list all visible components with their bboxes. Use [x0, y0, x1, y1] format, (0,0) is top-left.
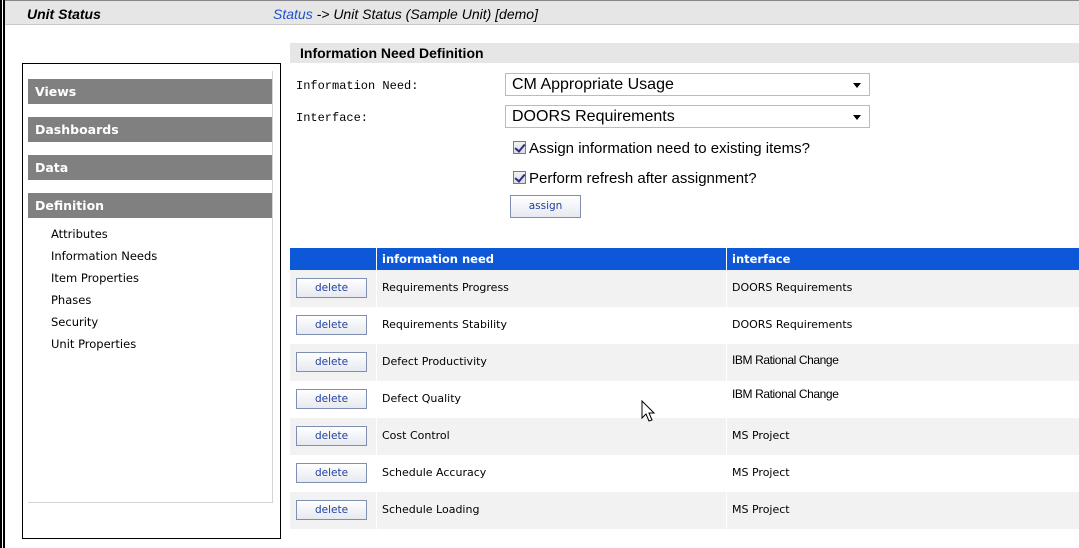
- table-row: delete Requirements Stability DOORS Requ…: [290, 307, 1079, 344]
- delete-button[interactable]: delete: [296, 463, 367, 483]
- title-bar: Unit Status Status -> Unit Status (Sampl…: [5, 1, 1079, 25]
- delete-button[interactable]: delete: [296, 389, 367, 409]
- sidebar-item-information-needs[interactable]: Information Needs: [51, 249, 157, 263]
- assign-existing-checkbox[interactable]: [513, 141, 526, 154]
- unit-title: Unit Status: [27, 6, 101, 22]
- cell-divider: [376, 307, 377, 344]
- sidebar-item-item-properties[interactable]: Item Properties: [51, 271, 139, 285]
- information-need-cell: Requirements Stability: [382, 318, 507, 331]
- information-need-cell: Defect Quality: [382, 392, 462, 405]
- section-header: Information Need Definition: [290, 43, 1079, 63]
- assign-existing-option: Assign information need to existing item…: [513, 140, 810, 157]
- sidebar-item-unit-properties[interactable]: Unit Properties: [51, 337, 136, 351]
- interface-cell: IBM Rational Change: [732, 353, 839, 367]
- delete-button[interactable]: delete: [296, 352, 367, 372]
- cell-divider: [726, 381, 727, 418]
- sidebar-section-data[interactable]: Data: [28, 155, 272, 180]
- interface-cell: MS Project: [732, 466, 790, 479]
- cell-divider: [376, 455, 377, 492]
- interface-label: Interface:: [296, 111, 369, 125]
- sidebar-item-security[interactable]: Security: [51, 315, 98, 329]
- page-title: Information Need Definition: [300, 45, 484, 61]
- cell-divider: [376, 418, 377, 455]
- assign-button[interactable]: assign: [510, 195, 581, 218]
- cell-divider: [376, 492, 377, 529]
- table-row: delete Schedule Accuracy MS Project: [290, 455, 1079, 492]
- cell-divider: [376, 344, 377, 381]
- header-divider: [726, 248, 727, 270]
- cell-divider: [726, 270, 727, 307]
- interface-cell: DOORS Requirements: [732, 281, 853, 294]
- table-row: delete Schedule Loading MS Project: [290, 492, 1079, 529]
- information-need-cell: Requirements Progress: [382, 281, 509, 294]
- sidebar: Views Dashboards Data Definition Attribu…: [22, 63, 281, 539]
- delete-button[interactable]: delete: [296, 315, 367, 335]
- assign-existing-label: Assign information need to existing item…: [529, 140, 810, 157]
- interface-cell: MS Project: [732, 429, 790, 442]
- information-need-label: Information Need:: [296, 79, 419, 93]
- interface-value: DOORS Requirements: [512, 108, 675, 125]
- column-header-interface: interface: [732, 252, 791, 266]
- cell-divider: [376, 270, 377, 307]
- delete-button[interactable]: delete: [296, 500, 367, 520]
- chevron-down-icon: [853, 83, 861, 88]
- information-need-cell: Schedule Loading: [382, 503, 480, 516]
- chevron-down-icon: [853, 115, 861, 120]
- interface-cell: DOORS Requirements: [732, 318, 853, 331]
- information-need-select[interactable]: CM Appropriate Usage: [505, 73, 870, 96]
- sidebar-inner: Views Dashboards Data Definition Attribu…: [28, 71, 273, 503]
- table-row: delete Requirements Progress DOORS Requi…: [290, 270, 1079, 307]
- cell-divider: [726, 492, 727, 529]
- refresh-checkbox[interactable]: [513, 171, 526, 184]
- breadcrumb-status-link[interactable]: Status: [273, 6, 313, 22]
- sidebar-section-definition[interactable]: Definition: [28, 193, 272, 218]
- refresh-option: Perform refresh after assignment?: [513, 170, 757, 187]
- column-header-information-need: information need: [382, 252, 494, 266]
- information-need-cell: Defect Productivity: [382, 355, 487, 368]
- header-divider: [376, 248, 377, 270]
- sidebar-item-attributes[interactable]: Attributes: [51, 227, 108, 241]
- interface-cell: MS Project: [732, 503, 790, 516]
- breadcrumb-trail: -> Unit Status (Sample Unit) [demo]: [312, 6, 538, 22]
- window-left-border: [0, 0, 5, 548]
- cell-divider: [726, 455, 727, 492]
- sidebar-item-phases[interactable]: Phases: [51, 293, 91, 307]
- table-row: delete Defect Quality IBM Rational Chang…: [290, 381, 1079, 418]
- information-need-cell: Schedule Accuracy: [382, 466, 487, 479]
- interface-cell: IBM Rational Change: [732, 387, 839, 401]
- table-row: delete Cost Control MS Project: [290, 418, 1079, 455]
- table-row: delete Defect Productivity IBM Rational …: [290, 344, 1079, 381]
- table-header: information need interface: [290, 248, 1079, 270]
- sidebar-section-dashboards[interactable]: Dashboards: [28, 117, 272, 142]
- cell-divider: [726, 418, 727, 455]
- delete-button[interactable]: delete: [296, 278, 367, 298]
- cell-divider: [376, 381, 377, 418]
- interface-select[interactable]: DOORS Requirements: [505, 105, 870, 128]
- breadcrumb: Status -> Unit Status (Sample Unit) [dem…: [273, 6, 538, 22]
- cell-divider: [726, 307, 727, 344]
- information-need-value: CM Appropriate Usage: [512, 76, 674, 93]
- sidebar-section-views[interactable]: Views: [28, 79, 272, 104]
- refresh-label: Perform refresh after assignment?: [529, 170, 757, 187]
- mouse-pointer-icon: [641, 400, 656, 422]
- information-need-cell: Cost Control: [382, 429, 450, 442]
- delete-button[interactable]: delete: [296, 426, 367, 446]
- cell-divider: [726, 344, 727, 381]
